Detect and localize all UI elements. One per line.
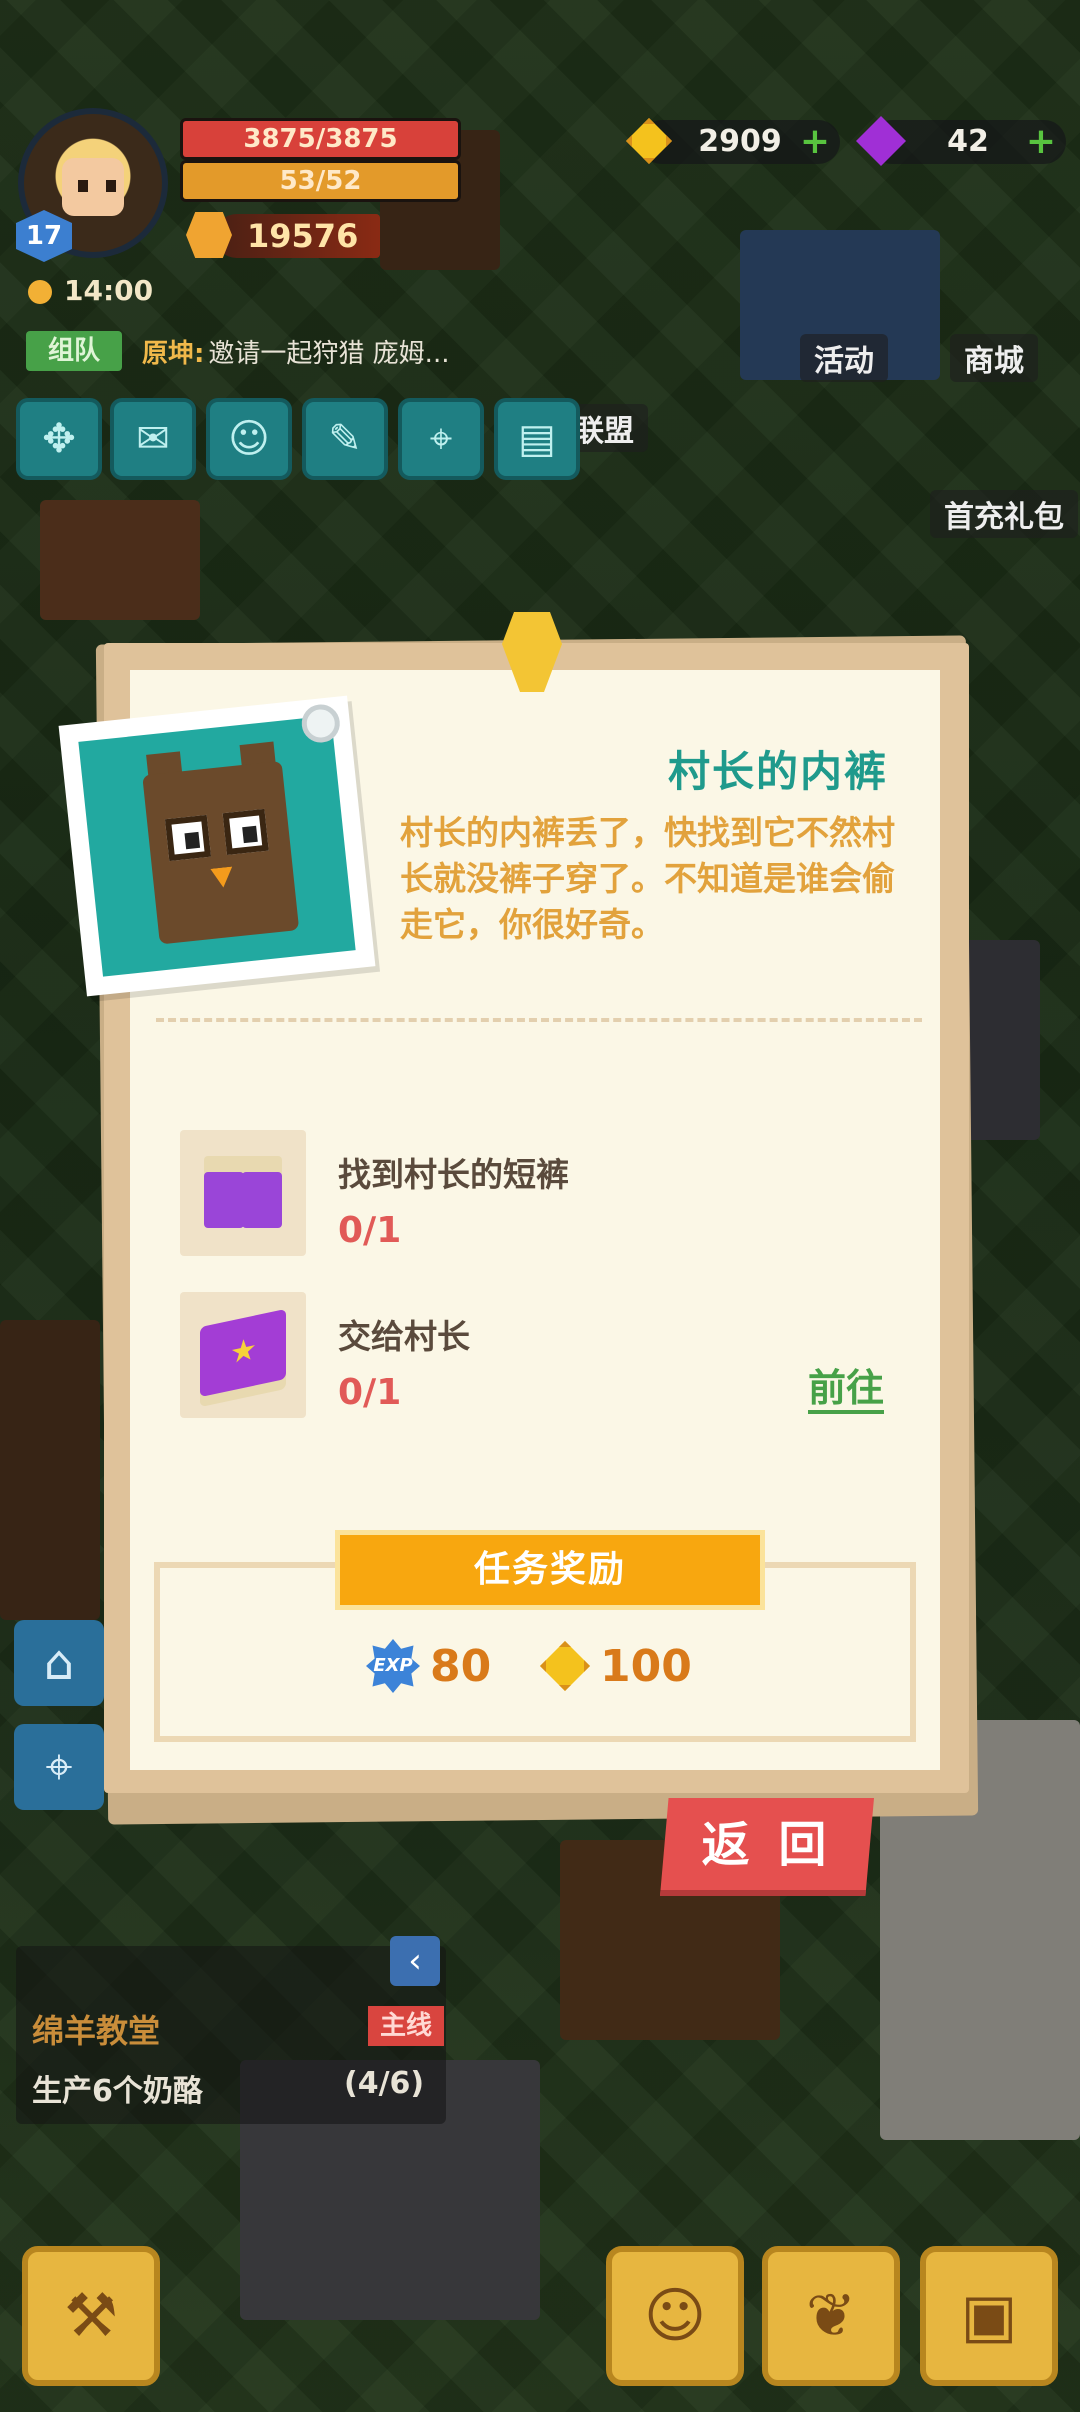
map-pin-icon[interactable]: ⌖ (398, 398, 484, 480)
avatar-eye (78, 180, 88, 192)
add-gold-icon[interactable]: + (800, 120, 830, 164)
reward-banner: 任务奖励 (335, 1530, 765, 1610)
team-chat-row[interactable]: 组队 原坤: 邀请一起狩猎 庞姆... (26, 328, 449, 374)
shorts-leg (204, 1172, 244, 1228)
backpack-icon[interactable]: ▣ (920, 2246, 1058, 2386)
mail-icon[interactable]: ✉ (110, 398, 196, 480)
hero-icon[interactable]: ☺ (606, 2246, 744, 2386)
reward-gold: 100 (540, 1636, 692, 1696)
hp-value: 3875/3875 (243, 124, 398, 154)
shop-button-label[interactable]: 商城 (950, 334, 1038, 382)
task-progress: 0/1 (338, 1372, 402, 1413)
chat-icon[interactable]: ✎ (302, 398, 388, 480)
star-icon: ★ (230, 1331, 257, 1372)
exp-icon: EXP (366, 1639, 420, 1693)
team-sender: 原坤: (142, 338, 205, 369)
game-clock: 14:00 (64, 274, 154, 307)
dashed-divider (156, 1018, 922, 1022)
task-item-icon-frame (180, 1130, 306, 1256)
reward-exp-value: 80 (430, 1640, 492, 1692)
notice-board-icon[interactable]: ▤ (494, 398, 580, 480)
collapse-chevron-icon[interactable]: ‹ (390, 1936, 440, 1986)
owl-eye (164, 814, 212, 862)
task-progress: 0/1 (338, 1210, 402, 1251)
task-item-icon-frame: ★ (180, 1292, 306, 1418)
mission-progress: (4/6) (344, 2066, 425, 2101)
purple-shorts-icon (204, 1156, 282, 1228)
location-icon[interactable]: ⌖ (14, 1724, 104, 1810)
mission-description: 生产6个奶酪 (32, 2074, 203, 2109)
activity-button-label[interactable]: 活动 (800, 334, 888, 382)
team-message-text: 邀请一起狩猎 庞姆... (208, 338, 450, 369)
add-gems-icon[interactable]: + (1026, 120, 1056, 164)
gem-value: 42 (947, 124, 989, 159)
go-to-link[interactable]: 前往 (808, 1366, 885, 1414)
task-name: 交给村长 (338, 1317, 470, 1356)
owl-pupil (184, 831, 201, 850)
energy-value: 53/52 (279, 166, 362, 196)
quest-portrait (58, 695, 376, 997)
quest-description: 村长的内裤丢了，快找到它不然村长就没裤子穿了。不知道是谁会偷走它，你很好奇。 (400, 813, 895, 944)
mission-name: 绵羊教堂 (32, 2012, 161, 2050)
first-pack-label[interactable]: 首充礼包 (930, 490, 1078, 538)
back-button[interactable]: 返 回 (660, 1798, 874, 1896)
power-icon (186, 212, 232, 258)
home-icon[interactable]: ⌂ (14, 1620, 104, 1706)
owl-eye (222, 808, 269, 856)
shorts-leg (242, 1172, 282, 1228)
quest-title: 村长的内裤 (667, 747, 888, 796)
owl-pupil (242, 825, 258, 844)
pets-icon[interactable]: ❦ (762, 2246, 900, 2386)
purple-book-icon: ★ (200, 1308, 286, 1398)
reward-exp: EXP 80 (366, 1636, 491, 1696)
team-tag[interactable]: 组队 (26, 331, 123, 371)
combat-power: 19576 (215, 214, 380, 258)
task-name: 找到村长的短裤 (338, 1155, 569, 1194)
gold-coin-icon (540, 1641, 590, 1691)
team-message: 原坤: 邀请一起狩猎 庞姆... (142, 333, 449, 370)
owl-body (142, 760, 300, 945)
reward-gold-value: 100 (600, 1640, 692, 1692)
gold-value: 2909 (698, 124, 782, 159)
build-hammer-icon[interactable]: ⚒ (22, 2246, 160, 2386)
mission-tag: 主线 (368, 2006, 445, 2046)
hp-bar: 3875/3875 (180, 118, 461, 160)
friends-icon[interactable]: ☺ (206, 398, 292, 480)
clock-icon (28, 280, 52, 304)
energy-bar: 53/52 (180, 160, 461, 202)
map-grid-icon[interactable]: ✥ (16, 398, 102, 480)
avatar-eye (106, 180, 116, 192)
owl-portrait-icon (78, 715, 356, 977)
